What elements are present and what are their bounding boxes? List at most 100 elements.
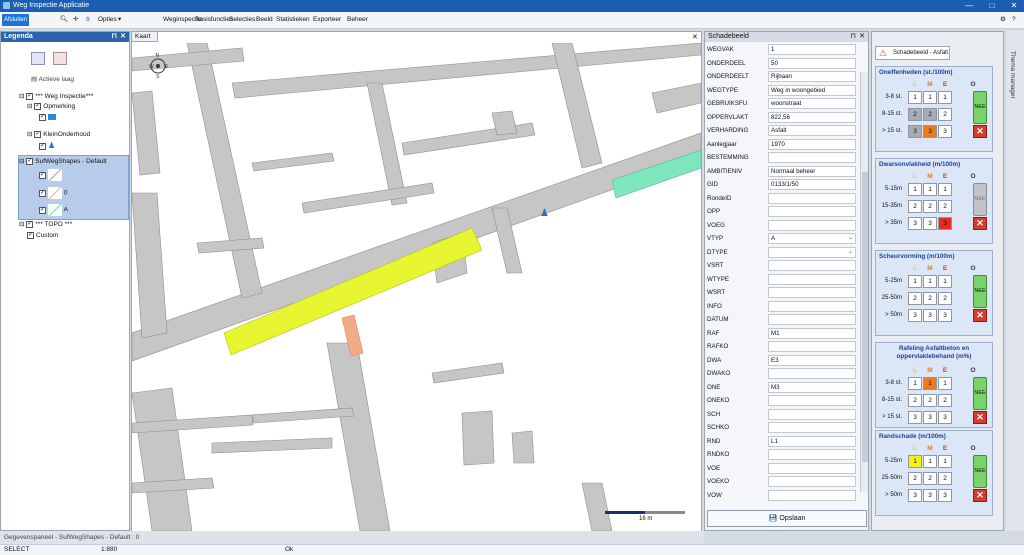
damage-cell[interactable]: 1 [923, 275, 937, 288]
close-icon[interactable]: ✕ [1005, 0, 1023, 12]
field-input[interactable] [768, 273, 856, 285]
field-input[interactable]: Normaal beheer [768, 165, 856, 177]
minimize-icon[interactable]: — [960, 0, 978, 12]
damage-cell[interactable]: 3 [938, 217, 952, 230]
field-input[interactable] [768, 422, 856, 433]
layer-weg-checkbox[interactable]: ✓ [26, 92, 34, 100]
field-input[interactable]: 1 [768, 44, 856, 55]
layer-sufweg[interactable]: ⊟ ✓ SufWegShapes - Default [19, 157, 107, 166]
schadebeeld-pin-icon[interactable]: ⊓ [851, 32, 856, 42]
field-input[interactable] [768, 395, 856, 406]
klein-sym-checkbox[interactable]: ✓ [39, 142, 46, 150]
field-input[interactable]: Asfalt [768, 125, 856, 136]
nee-button[interactable]: NEE [973, 183, 987, 216]
map-close-icon[interactable]: ✕ [692, 33, 698, 41]
opties-chevron-icon[interactable]: ▾ [118, 15, 121, 25]
layer-kleinonderhoud[interactable]: ⊟ ✓ KleinOnderhoud [27, 130, 90, 139]
menu-beeld[interactable]: Beeld [256, 15, 273, 25]
field-input[interactable]: woonstraat [768, 98, 856, 109]
field-input[interactable]: ⌄ [768, 246, 856, 258]
pan-icon[interactable]: ✛ [73, 15, 78, 25]
damage-cell[interactable]: 3 [938, 411, 952, 424]
damage-cell[interactable]: 1 [908, 275, 922, 288]
damage-cell[interactable]: 2 [908, 394, 922, 407]
layer-topo[interactable]: ⊟ ✓ *** TOPO *** [19, 220, 72, 229]
legend-pin-icon[interactable]: ⊓ [112, 32, 117, 42]
zoom-icon[interactable]: 🔍︎ [60, 15, 68, 25]
actieve-laag[interactable]: ▤ Actieve laag [31, 75, 74, 84]
field-input[interactable] [768, 300, 856, 312]
clear-x-button[interactable]: ✕ [973, 411, 987, 424]
field-input[interactable] [768, 449, 856, 460]
opslaan-button[interactable]: 💾︎ Opslaan [707, 510, 867, 527]
damage-cell[interactable]: 1 [908, 183, 922, 196]
damage-cell[interactable]: 2 [908, 108, 922, 121]
damage-cell[interactable]: 3 [938, 309, 952, 322]
damage-cell[interactable]: 3 [908, 411, 922, 424]
field-input[interactable] [768, 219, 856, 231]
field-input[interactable] [768, 192, 856, 204]
damage-cell[interactable]: 1 [908, 455, 922, 468]
damage-cell[interactable]: 1 [908, 377, 922, 390]
maximize-icon[interactable]: □ [983, 0, 1001, 12]
opmerking-sym-checkbox[interactable]: ✓ [39, 113, 46, 121]
damage-cell[interactable]: 1 [938, 183, 952, 196]
layer-topo-checkbox[interactable]: ✓ [26, 220, 34, 228]
layer-custom[interactable]: ✓ Custom [27, 231, 58, 240]
damage-cell[interactable]: 1 [923, 377, 937, 390]
damage-cell[interactable]: 2 [908, 292, 922, 305]
field-input[interactable]: 50 [768, 57, 856, 69]
damage-cell[interactable]: 3 [908, 125, 922, 138]
field-input[interactable]: M3 [768, 381, 856, 393]
layer-klein-checkbox[interactable]: ✓ [34, 130, 42, 138]
field-input[interactable]: 822,56 [768, 111, 856, 123]
layer-sufweg-checkbox[interactable]: ✓ [26, 157, 34, 165]
damage-cell[interactable]: 2 [923, 108, 937, 121]
dropdown-chevron-icon[interactable]: ⌄ [848, 234, 853, 243]
map-worker-icon[interactable]: ♟ [540, 208, 549, 219]
damage-cell[interactable]: 2 [938, 394, 952, 407]
nee-button[interactable]: NEE [973, 377, 987, 410]
damage-cell[interactable]: 1 [938, 377, 952, 390]
opties-menu[interactable]: Opties [98, 15, 117, 25]
damage-cell[interactable]: 3 [938, 125, 952, 138]
menu-statistieken[interactable]: Statistieken [276, 15, 310, 25]
damage-cell[interactable]: 3 [908, 217, 922, 230]
field-input[interactable]: Rijbaan [768, 71, 856, 82]
damage-cell[interactable]: 2 [923, 472, 937, 485]
help-icon[interactable]: ? [1012, 15, 1016, 25]
field-input[interactable] [768, 287, 856, 298]
damage-cell[interactable]: 1 [938, 275, 952, 288]
field-input[interactable] [768, 489, 856, 501]
nee-button[interactable]: NEE [973, 275, 987, 308]
field-input[interactable]: A ⌄ [768, 233, 856, 244]
damage-cell[interactable]: 3 [923, 309, 937, 322]
clear-x-button[interactable]: ✕ [973, 489, 987, 502]
form-scroll-thumb[interactable] [862, 172, 868, 462]
layer-weg-inspectie[interactable]: ⊟ ✓ *** Weg Inspectie*** [19, 92, 93, 101]
afsluiten-button[interactable]: Afsluiten [2, 14, 29, 26]
damage-cell[interactable]: 3 [938, 489, 952, 502]
sufweg-default-checkbox[interactable]: ✓ [39, 171, 46, 179]
add-layer-icon[interactable] [31, 52, 45, 65]
damage-cell[interactable]: 1 [938, 91, 952, 104]
form-scrollbar[interactable] [860, 72, 868, 492]
field-input[interactable]: L1 [768, 435, 856, 447]
damage-cell[interactable]: 3 [908, 489, 922, 502]
field-input[interactable] [768, 368, 856, 379]
field-input[interactable]: M1 [768, 327, 856, 339]
damage-cell[interactable]: 3 [923, 125, 937, 138]
damage-cell[interactable]: 2 [923, 394, 937, 407]
field-input[interactable] [768, 314, 856, 325]
damage-cell[interactable]: 2 [908, 200, 922, 213]
hand-icon[interactable]: ✋︎ [86, 15, 90, 25]
damage-cell[interactable]: 1 [923, 183, 937, 196]
damage-cell[interactable]: 2 [938, 292, 952, 305]
sufweg-0-checkbox[interactable]: ✓ [39, 189, 46, 197]
field-input[interactable] [768, 408, 856, 420]
menu-beheer[interactable]: Beheer [347, 15, 368, 25]
damage-cell[interactable]: 1 [923, 91, 937, 104]
field-input[interactable]: 0133/1/50 [768, 179, 856, 190]
damage-cell[interactable]: 2 [938, 108, 952, 121]
dropdown-chevron-icon[interactable]: ⌄ [848, 248, 853, 257]
